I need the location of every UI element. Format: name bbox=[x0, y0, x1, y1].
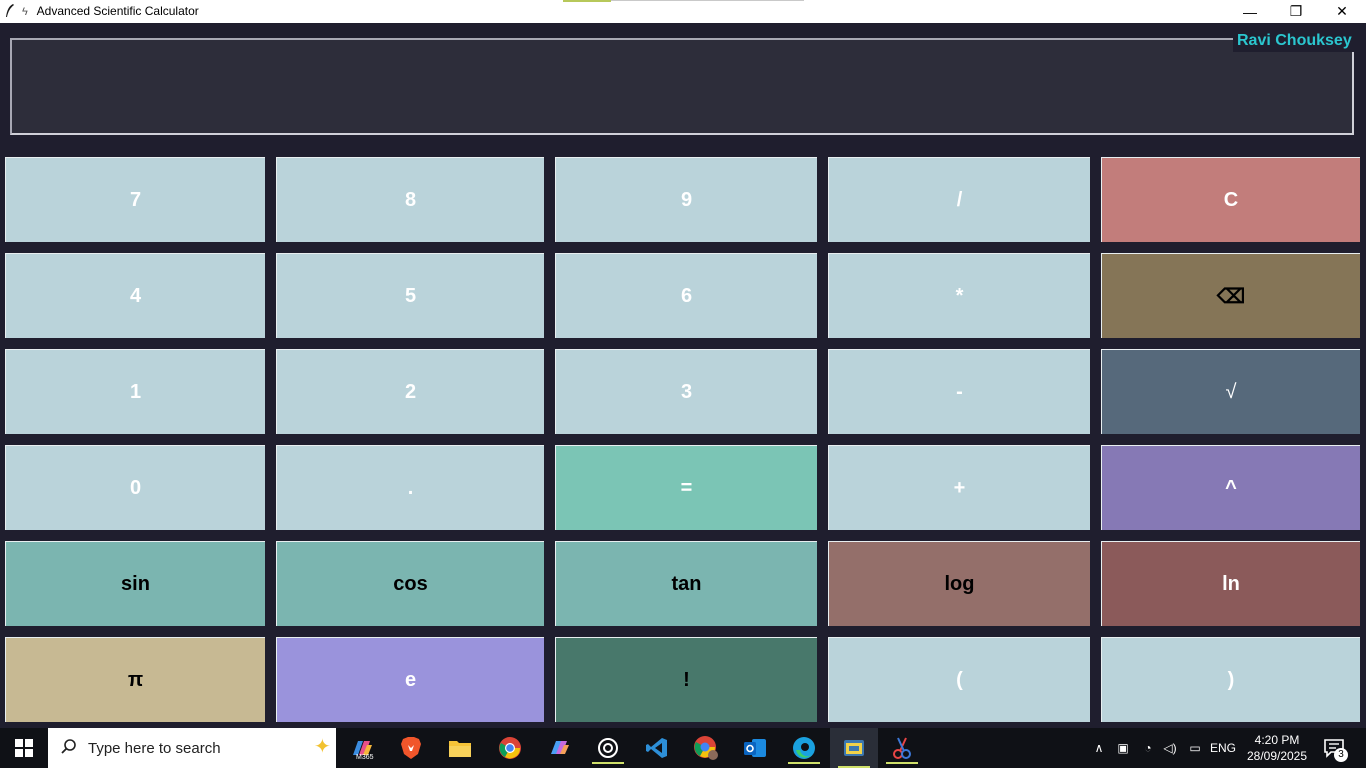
key-2[interactable]: 2 bbox=[276, 349, 544, 434]
key-close-paren[interactable]: ) bbox=[1101, 637, 1360, 722]
language-indicator[interactable]: ENG bbox=[1208, 728, 1238, 768]
chrome-profile-icon[interactable] bbox=[686, 732, 726, 764]
title-accent-strip bbox=[563, 0, 611, 2]
brave-glyph bbox=[401, 737, 421, 759]
clock-date: 28/09/2025 bbox=[1246, 749, 1308, 763]
chrome-profile-glyph bbox=[694, 736, 718, 760]
snipping-tool-icon[interactable] bbox=[882, 732, 922, 764]
minimize-button[interactable]: — bbox=[1227, 0, 1273, 23]
wifi-icon[interactable]: ◔ bbox=[1138, 728, 1158, 768]
key-e[interactable]: e bbox=[276, 637, 544, 722]
calculator-display[interactable] bbox=[10, 38, 1354, 135]
vscode-glyph bbox=[646, 738, 667, 758]
edge-glyph bbox=[793, 737, 815, 759]
clock[interactable]: 4:20 PM 28/09/2025 bbox=[1238, 732, 1316, 764]
key-power[interactable]: ^ bbox=[1101, 445, 1360, 530]
key-equals[interactable]: = bbox=[555, 445, 817, 530]
key-5[interactable]: 5 bbox=[276, 253, 544, 338]
key-factorial[interactable]: ! bbox=[555, 637, 817, 722]
key-cos[interactable]: cos bbox=[276, 541, 544, 626]
key-clear[interactable]: C bbox=[1101, 157, 1360, 242]
close-button[interactable]: ✕ bbox=[1319, 0, 1365, 23]
key-4[interactable]: 4 bbox=[5, 253, 265, 338]
outlook-icon[interactable] bbox=[735, 732, 775, 764]
meet-now-icon[interactable]: ▣ bbox=[1114, 728, 1132, 768]
folder-glyph bbox=[449, 741, 471, 757]
restore-button[interactable]: ❐ bbox=[1273, 0, 1319, 23]
taskbar-search-box[interactable]: Type here to search ✦ bbox=[48, 728, 336, 768]
key-open-paren[interactable]: ( bbox=[828, 637, 1090, 722]
chrome-icon[interactable] bbox=[490, 732, 530, 764]
windows-logo-icon bbox=[15, 739, 33, 757]
key-multiply[interactable]: * bbox=[828, 253, 1090, 338]
key-6[interactable]: 6 bbox=[555, 253, 817, 338]
lightning-icon: ϟ bbox=[22, 6, 28, 18]
edge-active-indicator bbox=[788, 762, 820, 764]
title-bar: ϟ Advanced Scientific Calculator — ❐ ✕ bbox=[0, 0, 1366, 23]
file-explorer-icon[interactable] bbox=[440, 732, 480, 764]
key-sqrt[interactable]: √ bbox=[1101, 349, 1360, 434]
key-8[interactable]: 8 bbox=[276, 157, 544, 242]
python-icon[interactable] bbox=[830, 728, 878, 768]
notification-badge: 3 bbox=[1334, 748, 1348, 762]
outlook-glyph bbox=[744, 739, 766, 757]
copilot-glyph bbox=[551, 741, 569, 754]
edge-icon[interactable] bbox=[784, 732, 824, 764]
feather-icon bbox=[6, 4, 14, 17]
volume-icon[interactable]: ◁) bbox=[1160, 728, 1180, 768]
window-title-text: Advanced Scientific Calculator bbox=[36, 4, 199, 18]
search-placeholder: Type here to search bbox=[88, 740, 221, 757]
chevron-up-icon[interactable]: ∧ bbox=[1090, 728, 1108, 768]
taskbar: Type here to search ✦ M365 ∧ ▣ ◔ ◁) ▭ EN… bbox=[0, 728, 1366, 768]
key-tan[interactable]: tan bbox=[555, 541, 817, 626]
key-3[interactable]: 3 bbox=[555, 349, 817, 434]
key-9[interactable]: 9 bbox=[555, 157, 817, 242]
chatgpt-active-indicator bbox=[592, 762, 624, 764]
chatgpt-icon[interactable] bbox=[588, 732, 628, 764]
brave-icon[interactable] bbox=[391, 732, 431, 764]
key-1[interactable]: 1 bbox=[5, 349, 265, 434]
key-sin[interactable]: sin bbox=[5, 541, 265, 626]
key-7[interactable]: 7 bbox=[5, 157, 265, 242]
clock-time: 4:20 PM bbox=[1254, 733, 1300, 747]
key-backspace[interactable]: ⌫ bbox=[1101, 253, 1360, 338]
search-icon bbox=[61, 739, 76, 754]
openai-glyph bbox=[598, 738, 618, 758]
copilot-icon[interactable] bbox=[539, 732, 579, 764]
battery-icon[interactable]: ▭ bbox=[1184, 728, 1206, 768]
window-title: ϟ Advanced Scientific Calculator bbox=[22, 4, 199, 18]
key-decimal[interactable]: . bbox=[276, 445, 544, 530]
key-log[interactable]: log bbox=[828, 541, 1090, 626]
chrome-glyph bbox=[499, 737, 521, 759]
start-button[interactable] bbox=[0, 728, 48, 768]
key-subtract[interactable]: - bbox=[828, 349, 1090, 434]
key-divide[interactable]: / bbox=[828, 157, 1090, 242]
sparkle-icon: ✦ bbox=[314, 736, 331, 758]
author-label: Ravi Chouksey bbox=[1233, 30, 1356, 52]
snipping-active-indicator bbox=[886, 762, 918, 764]
m365-label: M365 bbox=[356, 754, 374, 761]
python-glyph bbox=[844, 740, 864, 756]
title-accent-strip-secondary bbox=[611, 0, 804, 1]
key-add[interactable]: + bbox=[828, 445, 1090, 530]
key-ln[interactable]: ln bbox=[1101, 541, 1360, 626]
scissors-glyph bbox=[893, 737, 911, 759]
vscode-icon[interactable] bbox=[637, 732, 677, 764]
key-pi[interactable]: π bbox=[5, 637, 265, 722]
key-0[interactable]: 0 bbox=[5, 445, 265, 530]
microsoft365-icon[interactable]: M365 bbox=[342, 732, 382, 764]
